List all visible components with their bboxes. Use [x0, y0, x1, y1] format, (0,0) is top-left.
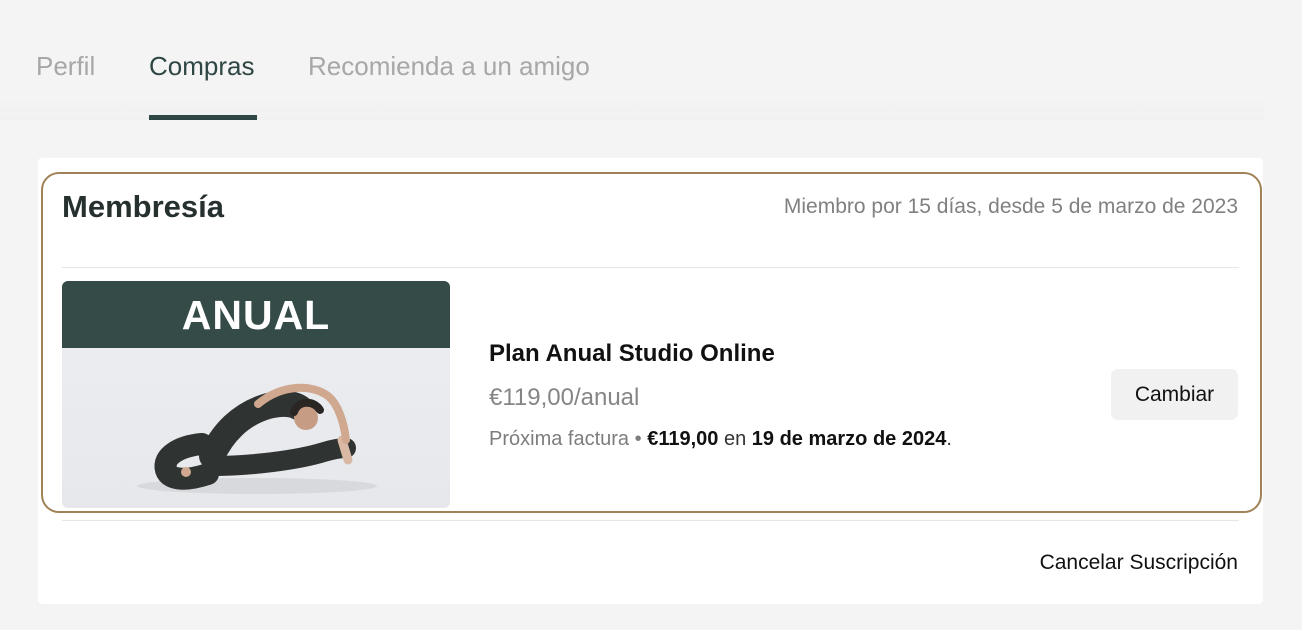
member-since-text: Miembro por 15 días, desde 5 de marzo de…: [783, 195, 1238, 218]
cancel-subscription-link[interactable]: Cancelar Suscripción: [1040, 550, 1238, 576]
plan-image-label: ANUAL: [181, 292, 331, 338]
next-invoice-amount: €119,00: [647, 428, 719, 450]
tab-compras[interactable]: Compras: [149, 50, 254, 82]
account-tabs: Perfil Compras Recomienda a un amigo: [0, 0, 1264, 120]
divider-bottom: [62, 520, 1239, 521]
yoga-pose-illustration: [137, 383, 377, 494]
next-invoice-label: Próxima factura: [489, 428, 630, 450]
membership-title: Membresía: [62, 189, 224, 224]
tab-recomienda-amigo[interactable]: Recomienda a un amigo: [308, 50, 590, 82]
divider-top: [62, 267, 1239, 268]
plan-name: Plan Anual Studio Online: [489, 340, 775, 367]
change-plan-button[interactable]: Cambiar: [1111, 369, 1238, 420]
plan-image: ANUAL: [62, 281, 450, 508]
tab-perfil[interactable]: Perfil: [36, 50, 95, 82]
plan-price: €119,00/anual: [489, 384, 640, 411]
next-invoice-date: 19 de marzo de 2024: [751, 428, 947, 450]
active-tab-indicator: [149, 115, 257, 120]
next-invoice-connector: en: [723, 428, 747, 450]
next-invoice-separator: •: [634, 428, 642, 450]
next-invoice-line: Próxima factura • €119,00 en 19 de marzo…: [489, 426, 952, 452]
next-invoice-period: .: [946, 428, 952, 450]
